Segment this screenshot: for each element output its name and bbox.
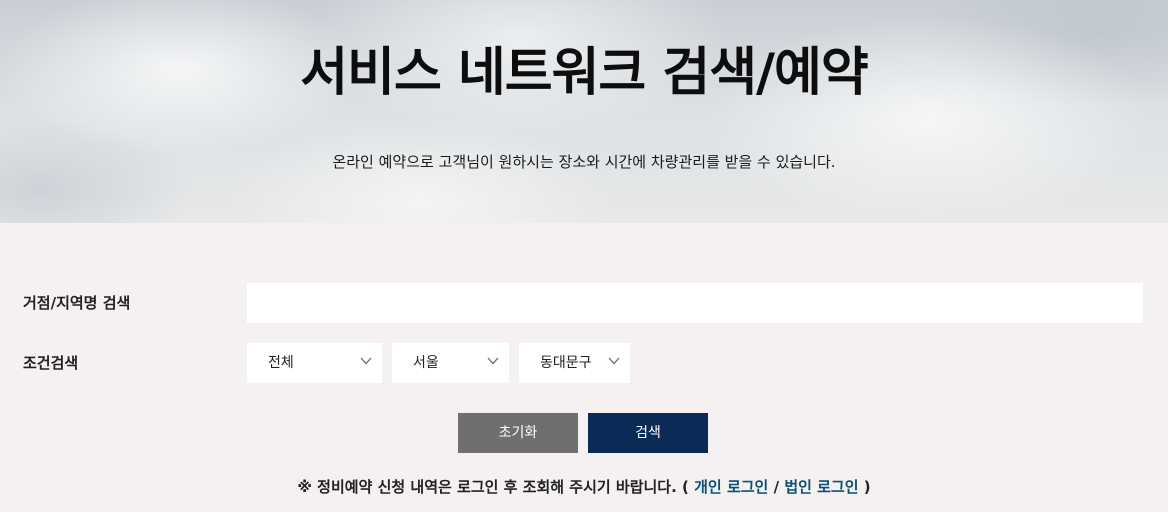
notice-suffix: ) xyxy=(863,478,871,496)
reset-button[interactable]: 초기화 xyxy=(458,413,578,453)
notice-separator: / xyxy=(773,478,780,496)
page-subtitle: 온라인 예약으로 고객님이 원하시는 장소와 시간에 차량관리를 받을 수 있습… xyxy=(332,153,836,171)
city-select-value: 서울 xyxy=(413,355,439,371)
personal-login-link[interactable]: 개인 로그인 xyxy=(694,478,768,496)
conditions-label: 조건검색 xyxy=(23,354,79,372)
chevron-down-icon xyxy=(360,357,372,365)
corporate-login-link[interactable]: 법인 로그인 xyxy=(784,478,858,496)
category-select[interactable]: 전체 xyxy=(247,343,382,383)
district-select-value: 동대문구 xyxy=(540,355,592,371)
search-label: 거점/지역명 검색 xyxy=(23,294,131,312)
hero-banner: 서비스 네트워크 검색/예약 온라인 예약으로 고객님이 원하시는 장소와 시간… xyxy=(0,0,1168,223)
chevron-down-icon xyxy=(608,357,620,365)
login-notice: ※ 정비예약 신청 내역은 로그인 후 조회해 주시기 바랍니다. ( 개인 로… xyxy=(0,476,1168,497)
city-select[interactable]: 서울 xyxy=(392,343,509,383)
search-input[interactable] xyxy=(247,283,1143,323)
search-button[interactable]: 검색 xyxy=(588,413,708,453)
notice-text: ※ 정비예약 신청 내역은 로그인 후 조회해 주시기 바랍니다. ( xyxy=(297,478,689,496)
page-title: 서비스 네트워크 검색/예약 xyxy=(300,43,868,103)
chevron-down-icon xyxy=(487,357,499,365)
category-select-value: 전체 xyxy=(268,355,294,371)
district-select[interactable]: 동대문구 xyxy=(519,343,630,383)
